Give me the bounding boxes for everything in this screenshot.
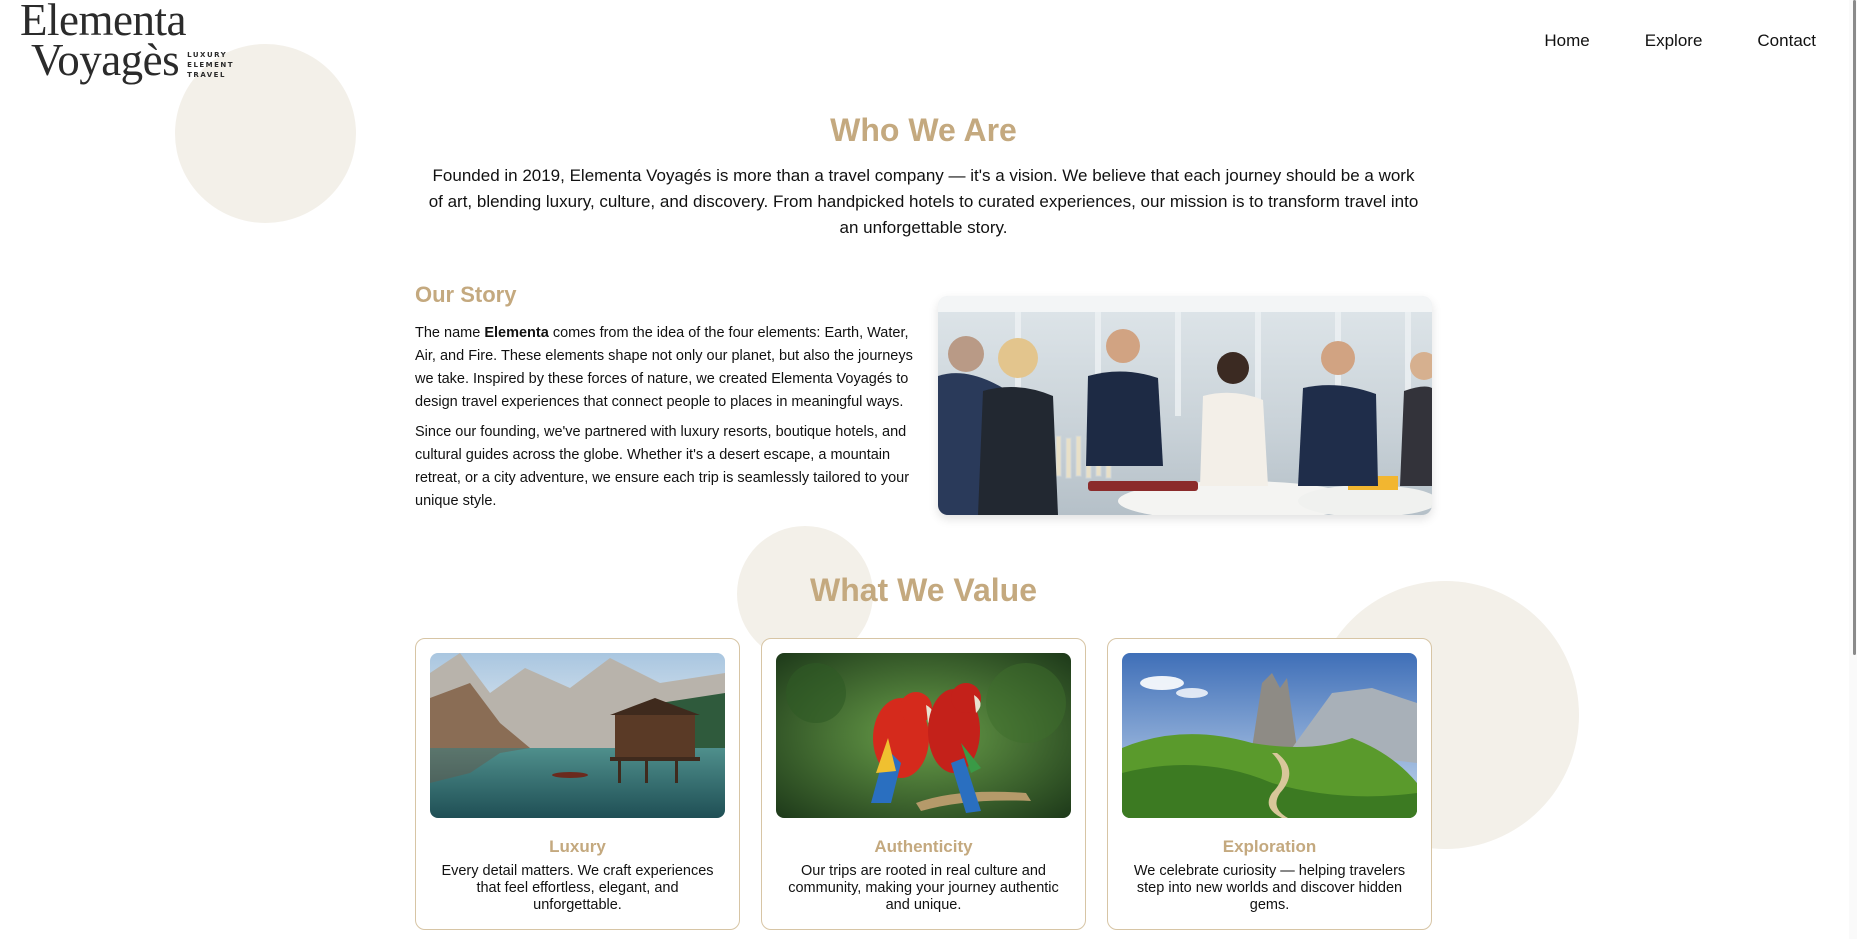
logo-name-line2: Voyagès bbox=[31, 35, 180, 85]
team-toast-photo bbox=[938, 296, 1432, 515]
mountain-trail-image bbox=[1122, 653, 1417, 818]
story-paragraph-1: The name Elementa comes from the idea of… bbox=[415, 325, 913, 410]
story-paragraph-2: Since our founding, we've partnered with… bbox=[415, 424, 910, 509]
lake-mountain-image bbox=[430, 653, 725, 818]
scrollbar[interactable] bbox=[1849, 0, 1857, 939]
nav-home[interactable]: Home bbox=[1544, 31, 1589, 51]
value-text: Every detail matters. We craft experienc… bbox=[441, 863, 714, 913]
value-title: Exploration bbox=[1222, 837, 1317, 856]
value-card-luxury: Luxury Every detail matters. We craft ex… bbox=[415, 638, 740, 930]
what-we-value-heading: What We Value bbox=[809, 572, 1037, 608]
value-title: Authenticity bbox=[874, 837, 973, 856]
value-card-authenticity: Authenticity Our trips are rooted in rea… bbox=[761, 638, 1086, 930]
logo-tagline: LUXURY ELEMENT TRAVEL bbox=[187, 51, 235, 79]
main-nav: Home Explore Contact bbox=[1489, 31, 1816, 51]
story-text: The name Elementa comes from the idea of… bbox=[415, 322, 915, 520]
brand-logo[interactable]: Elementa Voyagès LUXURY ELEMENT TRAVEL bbox=[20, 0, 235, 85]
nav-explore[interactable]: Explore bbox=[1645, 31, 1703, 51]
nav-contact[interactable]: Contact bbox=[1757, 31, 1816, 51]
value-text: Our trips are rooted in real culture and… bbox=[788, 863, 1059, 913]
logo-name-line1: Elementa bbox=[20, 0, 186, 45]
value-card-exploration: Exploration We celebrate curiosity — hel… bbox=[1107, 638, 1432, 930]
who-we-are-heading: Who We Are bbox=[830, 112, 1017, 148]
values-cards: Luxury Every detail matters. We craft ex… bbox=[415, 638, 1432, 930]
value-title: Luxury bbox=[549, 837, 606, 856]
intro-paragraph: Founded in 2019, Elementa Voyagés is mor… bbox=[428, 166, 1419, 237]
scrollbar-thumb[interactable] bbox=[1853, 0, 1856, 655]
value-text: We celebrate curiosity — helping travele… bbox=[1133, 863, 1406, 913]
parrots-image bbox=[776, 653, 1071, 818]
our-story-heading: Our Story bbox=[415, 282, 517, 307]
